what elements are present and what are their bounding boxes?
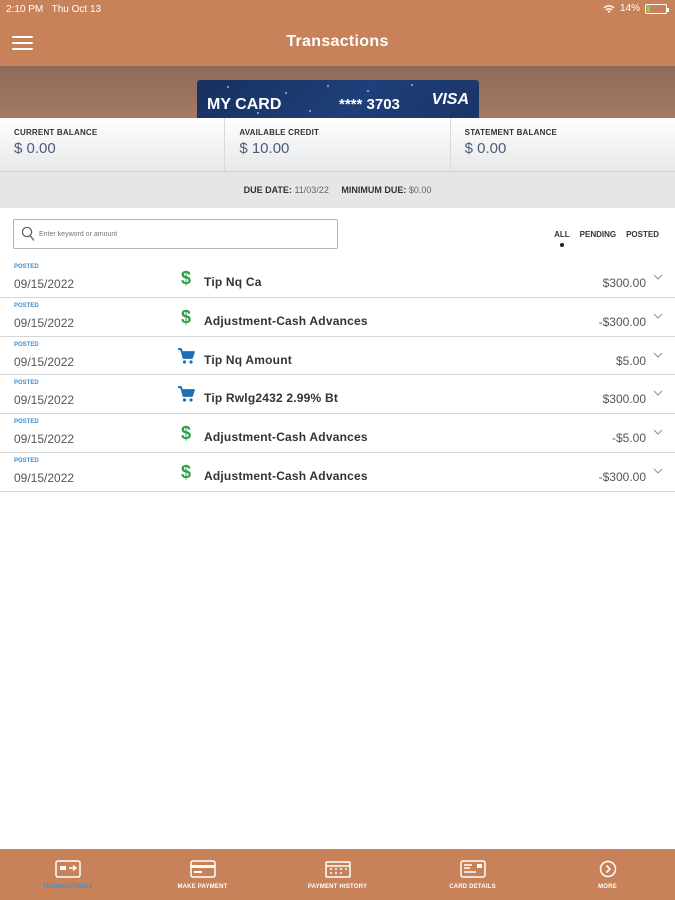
battery-level <box>647 5 650 12</box>
transaction-date: 09/15/2022 <box>14 315 75 330</box>
dollar-icon: $ <box>180 423 191 444</box>
transaction-row[interactable]: POSTED 09/15/2022 $ Tip Nq Ca $300.00 <box>0 259 675 298</box>
chevron-down-icon[interactable] <box>653 272 663 282</box>
transaction-description: Tip Nq Amount <box>204 352 292 367</box>
status-indicators: 14% <box>603 3 669 14</box>
bottom-nav: TRANSACTIONS MAKE PAYMENT PAYMENT HISTOR… <box>0 849 675 900</box>
transaction-status: POSTED <box>14 419 39 426</box>
status-bar: 2:10 PM Thu Oct 13 14% <box>0 0 675 20</box>
filter-pending[interactable]: PENDING <box>580 230 616 239</box>
visa-logo: VISA <box>431 91 469 108</box>
transaction-row[interactable]: POSTED 09/15/2022 $ Adjustment-Cash Adva… <box>0 414 675 453</box>
due-date: 11/03/22 <box>294 185 329 195</box>
page-title: Transactions <box>286 33 389 50</box>
statement-balance: STATEMENT BALANCE $ 0.00 <box>451 118 675 171</box>
transaction-status: POSTED <box>14 264 39 270</box>
transaction-status: POSTED <box>14 457 39 464</box>
card-number: **** 3703 <box>339 96 400 113</box>
battery-icon <box>645 3 669 14</box>
chevron-down-icon[interactable] <box>653 350 663 360</box>
nav-label: MAKE PAYMENT <box>177 884 228 890</box>
app-header: 2:10 PM Thu Oct 13 14% Transactions <box>0 0 675 66</box>
card-name: MY CARD <box>207 96 282 113</box>
nav-transactions[interactable]: TRANSACTIONS <box>0 849 135 900</box>
transaction-date: 09/15/2022 <box>14 393 75 408</box>
balance-value: $ 0.00 <box>14 140 56 157</box>
transaction-status: POSTED <box>14 341 39 348</box>
search-icon <box>21 226 35 241</box>
transaction-description: Adjustment-Cash Advances <box>204 468 368 483</box>
available-credit: AVAILABLE CREDIT $ 10.00 <box>225 118 451 171</box>
transaction-amount: -$300.00 <box>598 469 646 484</box>
transaction-description: Tip Rwlg2432 2.99% Bt <box>204 391 339 406</box>
balance-summary: CURRENT BALANCE $ 0.00 AVAILABLE CREDIT … <box>0 118 675 172</box>
transaction-amount: $5.00 <box>615 353 646 368</box>
transaction-amount: -$300.00 <box>598 314 646 329</box>
balance-value: $ 10.00 <box>239 140 290 157</box>
card-details-icon <box>459 860 486 878</box>
transaction-status: POSTED <box>14 302 39 309</box>
current-balance: CURRENT BALANCE $ 0.00 <box>0 118 226 171</box>
transaction-amount: -$5.00 <box>611 431 646 446</box>
transaction-row[interactable]: POSTED 09/15/2022 $ Adjustment-Cash Adva… <box>0 298 675 337</box>
transaction-amount: $300.00 <box>602 276 646 290</box>
transaction-row[interactable]: POSTED 09/15/2022 Tip Nq Amount $5.00 <box>0 337 675 376</box>
chevron-down-icon[interactable] <box>653 311 663 321</box>
card-image[interactable]: MY CARD **** 3703 VISA <box>197 80 479 120</box>
transaction-description: Tip Nq Ca <box>204 275 262 289</box>
balance-label: STATEMENT BALANCE <box>464 128 558 137</box>
transaction-description: Adjustment-Cash Advances <box>204 430 368 445</box>
filter-all[interactable]: ALL <box>554 230 570 247</box>
shopping-cart-icon <box>178 347 195 364</box>
shopping-cart-icon <box>178 386 195 402</box>
balance-value: $ 0.00 <box>464 140 507 157</box>
selected-indicator <box>559 243 564 247</box>
transaction-list: POSTED 09/15/2022 $ Tip Nq Ca $300.00 PO… <box>0 259 675 492</box>
search-input[interactable] <box>39 225 329 243</box>
transaction-date: 09/15/2022 <box>14 470 75 485</box>
battery-percent: 14% <box>619 3 640 14</box>
nav-label: MORE <box>598 884 617 890</box>
dollar-icon: $ <box>180 306 191 327</box>
minimum-due-label: MINIMUM DUE: <box>341 185 407 195</box>
transaction-description: Adjustment-Cash Advances <box>204 313 368 328</box>
nav-make-payment[interactable]: MAKE PAYMENT <box>135 849 270 900</box>
status-time: 2:10 PM Thu Oct 13 <box>6 4 102 15</box>
transactions-icon <box>54 860 81 878</box>
minimum-due: $0.00 <box>408 185 432 195</box>
nav-payment-history[interactable]: PAYMENT HISTORY <box>270 849 405 900</box>
transaction-date: 09/15/2022 <box>14 354 75 369</box>
more-icon <box>599 860 616 878</box>
balance-label: AVAILABLE CREDIT <box>239 128 320 137</box>
chevron-down-icon[interactable] <box>653 388 663 398</box>
dollar-icon: $ <box>180 461 191 482</box>
balance-label: CURRENT BALANCE <box>14 128 98 137</box>
transaction-filter: ALL PENDING POSTED <box>554 230 659 247</box>
transaction-date: 09/15/2022 <box>14 277 75 291</box>
chevron-down-icon[interactable] <box>653 427 663 437</box>
nav-label: PAYMENT HISTORY <box>307 884 368 890</box>
nav-more[interactable]: MORE <box>540 849 675 900</box>
transaction-row[interactable]: POSTED 09/15/2022 Tip Rwlg2432 2.99% Bt … <box>0 375 675 415</box>
search-box[interactable] <box>13 219 338 249</box>
nav-card-details[interactable]: CARD DETAILS <box>405 849 540 900</box>
nav-label: CARD DETAILS <box>449 884 496 890</box>
payment-history-icon <box>324 861 351 878</box>
chevron-down-icon[interactable] <box>653 466 663 476</box>
due-info-bar: DUE DATE: 11/03/22 MINIMUM DUE: $0.00 <box>0 172 675 208</box>
dollar-icon: $ <box>180 268 191 288</box>
transaction-status: POSTED <box>14 380 39 387</box>
wifi-icon <box>603 4 615 13</box>
transaction-row[interactable]: POSTED 09/15/2022 $ Adjustment-Cash Adva… <box>0 453 675 492</box>
transaction-date: 09/15/2022 <box>14 432 75 447</box>
due-date-label: DUE DATE: <box>243 185 292 195</box>
filter-posted[interactable]: POSTED <box>626 230 659 239</box>
make-payment-icon <box>189 860 216 878</box>
transaction-amount: $300.00 <box>602 392 646 407</box>
nav-label: TRANSACTIONS <box>42 884 93 890</box>
